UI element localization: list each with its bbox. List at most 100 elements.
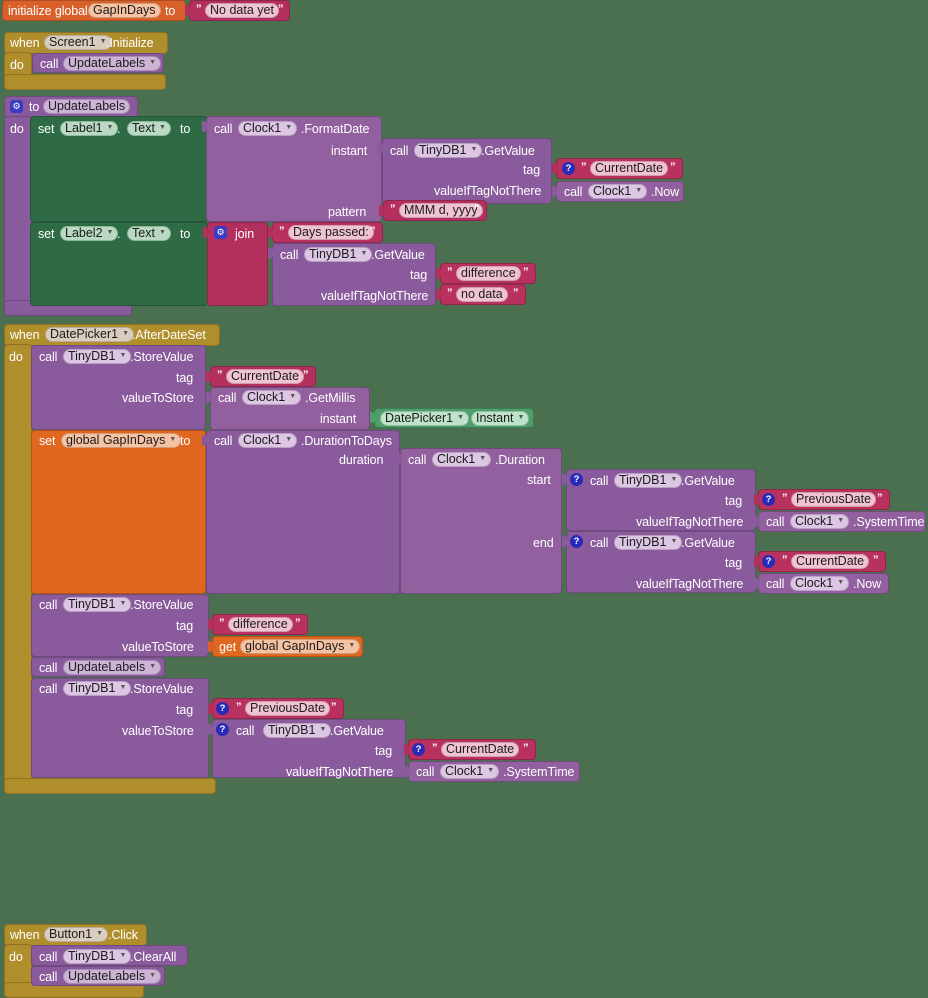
label2-property-field[interactable]: Text ▼ [127, 226, 171, 241]
chevron-down-icon[interactable]: ▼ [518, 414, 525, 421]
label2-component-field[interactable]: Label2 ▼ [60, 226, 119, 241]
chevron-down-icon[interactable]: ▼ [837, 517, 844, 524]
procedure-name-field-2[interactable]: UpdateLabels ▼ [63, 660, 162, 675]
help-icon[interactable]: ? [216, 702, 229, 715]
chevron-down-icon[interactable]: ▼ [149, 663, 156, 670]
tinydb1-component-field-9[interactable]: TinyDB1 ▼ [63, 949, 132, 964]
tinydb1-component-field-7[interactable]: TinyDB1 ▼ [63, 681, 132, 696]
clock1-component-field-7[interactable]: Clock1 ▼ [790, 576, 850, 591]
help-icon[interactable]: ? [762, 493, 775, 506]
getvalue-method-end: .GetValue [681, 536, 735, 550]
gear-icon[interactable]: ⚙ [214, 226, 227, 239]
chevron-down-icon[interactable]: ▼ [107, 124, 114, 131]
text-value-field[interactable]: No data yet [205, 3, 279, 18]
datepicker1-getter-property-field[interactable]: Instant ▼ [471, 411, 530, 426]
chevron-down-icon[interactable]: ▼ [159, 229, 166, 236]
tinydb1-component-field-5[interactable]: TinyDB1 ▼ [614, 535, 683, 550]
chevron-down-icon[interactable]: ▼ [470, 146, 477, 153]
chevron-down-icon[interactable]: ▼ [96, 930, 103, 937]
procedure-name-field-1[interactable]: UpdateLabels ▼ [63, 56, 162, 71]
tinydb1-component-field-8[interactable]: TinyDB1 ▼ [263, 723, 332, 738]
chevron-down-icon[interactable]: ▼ [360, 250, 367, 257]
help-icon[interactable]: ? [570, 473, 583, 486]
clock1-component-1: Clock1 [243, 121, 282, 136]
block-set-global-gapindays[interactable] [31, 430, 206, 594]
button1-component-field[interactable]: Button1 ▼ [44, 927, 109, 942]
tinydb1-component-field-2[interactable]: TinyDB1 ▼ [304, 247, 373, 262]
pattern-socket-label: pattern [328, 205, 367, 219]
chevron-down-icon[interactable]: ▼ [487, 767, 494, 774]
datepicker1-getter-component-field[interactable]: DatePicker1 ▼ [380, 411, 470, 426]
clock1-component-field-5[interactable]: Clock1 ▼ [432, 452, 492, 467]
chevron-down-icon[interactable]: ▼ [348, 642, 355, 649]
block-procedure-body[interactable] [4, 116, 32, 316]
get-global-gapindays-field[interactable]: global GapInDays ▼ [240, 639, 361, 654]
clock1-component-field-2[interactable]: Clock1 ▼ [588, 184, 648, 199]
chevron-down-icon[interactable]: ▼ [670, 476, 677, 483]
text-pattern-field[interactable]: MMM d, yyyy [399, 203, 483, 218]
init-global-name-field[interactable]: GapInDays [88, 3, 161, 18]
chevron-down-icon[interactable]: ▼ [285, 436, 292, 443]
text-currentdate-field-4[interactable]: CurrentDate [441, 742, 520, 757]
get-label: get [219, 640, 237, 654]
text-difference-field-2[interactable]: difference [228, 617, 293, 632]
text-previousdate-field-1[interactable]: PreviousDate [791, 492, 877, 507]
clock1-component-2: Clock1 [593, 184, 632, 199]
chevron-down-icon[interactable]: ▼ [119, 684, 126, 691]
chevron-down-icon[interactable]: ▼ [319, 726, 326, 733]
chevron-down-icon[interactable]: ▼ [479, 455, 486, 462]
clock1-component-field-6[interactable]: Clock1 ▼ [790, 514, 850, 529]
datepicker1-component-field[interactable]: DatePicker1 ▼ [45, 327, 135, 342]
block-when-screen1-foot[interactable] [4, 74, 166, 90]
text-no-data-field[interactable]: no data [456, 287, 508, 302]
chevron-down-icon[interactable]: ▼ [289, 393, 296, 400]
tag-socket-label-5: tag [176, 703, 194, 717]
chevron-down-icon[interactable]: ▼ [149, 972, 156, 979]
chevron-down-icon[interactable]: ▼ [119, 352, 126, 359]
tinydb1-component-field-1[interactable]: TinyDB1 ▼ [414, 143, 483, 158]
chevron-down-icon[interactable]: ▼ [149, 59, 156, 66]
chevron-down-icon[interactable]: ▼ [122, 330, 129, 337]
help-icon[interactable]: ? [412, 743, 425, 756]
chevron-down-icon[interactable]: ▼ [119, 600, 126, 607]
procedure-def-name-field[interactable]: UpdateLabels [43, 99, 131, 114]
text-currentdate-field-2[interactable]: CurrentDate [226, 369, 305, 384]
tinydb1-component-field-4[interactable]: TinyDB1 ▼ [614, 473, 683, 488]
block-call-clock1-duration[interactable] [400, 448, 562, 594]
help-icon[interactable]: ? [762, 555, 775, 568]
text-currentdate-field-1[interactable]: CurrentDate [590, 161, 669, 176]
label1-property-field[interactable]: Text ▼ [127, 121, 171, 136]
tinydb1-component-field-3[interactable]: TinyDB1 ▼ [63, 349, 132, 364]
chevron-down-icon[interactable]: ▼ [159, 124, 166, 131]
label1-component-field[interactable]: Label1 ▼ [60, 121, 119, 136]
blocks-canvas[interactable]: initialize global GapInDays to ” No data… [0, 0, 928, 998]
screen1-component-field[interactable]: Screen1 ▼ [44, 35, 112, 50]
help-icon[interactable]: ? [216, 723, 229, 736]
call-label-getmillis: call [218, 391, 237, 405]
help-icon[interactable]: ? [570, 535, 583, 548]
text-days-passed-field[interactable]: Days passed: [288, 225, 374, 240]
chevron-down-icon[interactable]: ▼ [457, 414, 464, 421]
text-currentdate-field-3[interactable]: CurrentDate [791, 554, 870, 569]
clock1-component-field-4[interactable]: Clock1 ▼ [238, 433, 298, 448]
clock1-component-field-1[interactable]: Clock1 ▼ [238, 121, 298, 136]
help-icon[interactable]: ? [562, 162, 575, 175]
text-difference-field-1[interactable]: difference [456, 266, 521, 281]
chevron-down-icon[interactable]: ▼ [169, 436, 176, 443]
chevron-down-icon[interactable]: ▼ [670, 538, 677, 545]
chevron-down-icon[interactable]: ▼ [119, 952, 126, 959]
block-afterdateset-body[interactable] [4, 344, 32, 794]
tinydb1-component-field-6[interactable]: TinyDB1 ▼ [63, 597, 132, 612]
chevron-down-icon[interactable]: ▼ [107, 229, 114, 236]
gear-icon[interactable]: ⚙ [10, 100, 23, 113]
quote-open: ” [782, 554, 788, 566]
clock1-component-field-3[interactable]: Clock1 ▼ [242, 390, 302, 405]
chevron-down-icon[interactable]: ▼ [285, 124, 292, 131]
clock1-component-field-8[interactable]: Clock1 ▼ [440, 764, 500, 779]
procedure-name-field-3[interactable]: UpdateLabels ▼ [63, 969, 162, 984]
global-gapindays-field[interactable]: global GapInDays ▼ [61, 433, 182, 448]
text-previousdate-field-2[interactable]: PreviousDate [245, 701, 331, 716]
chevron-down-icon[interactable]: ▼ [635, 187, 642, 194]
block-afterdateset-foot[interactable] [4, 778, 216, 794]
chevron-down-icon[interactable]: ▼ [837, 579, 844, 586]
